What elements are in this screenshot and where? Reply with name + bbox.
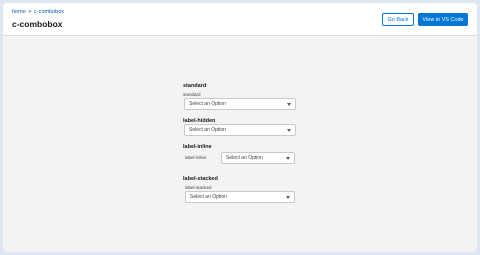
view-in-vscode-button[interactable]: View in VS Code: [418, 13, 468, 26]
combobox-label-inline[interactable]: Select an Option: [221, 152, 295, 164]
page-title: c-combobox: [12, 19, 63, 29]
breadcrumb: home > c-combobox: [12, 9, 64, 15]
chevron-down-icon: [287, 103, 291, 106]
breadcrumb-current-link[interactable]: c-combobox: [34, 9, 64, 15]
example-label-stacked: label-stacked label-stacked: [183, 176, 218, 190]
go-back-button[interactable]: Go Back: [382, 13, 414, 26]
chevron-down-icon: [287, 129, 291, 132]
combobox-placeholder: Select an Option: [190, 194, 227, 200]
combobox-placeholder: Select an Option: [189, 127, 226, 133]
chevron-down-icon: [286, 196, 290, 199]
breadcrumb-home-link[interactable]: home: [12, 9, 26, 15]
combobox-label-hidden[interactable]: Select an Option: [184, 124, 296, 136]
combobox-label-stacked[interactable]: Select an Option: [185, 191, 295, 203]
breadcrumb-separator: >: [28, 9, 32, 15]
combobox-label: label-inline: [185, 155, 207, 160]
example-title: standard: [183, 83, 207, 89]
example-standard: standard standard: [183, 83, 206, 97]
page-header: home > c-combobox c-combobox Go Back Vie…: [3, 3, 477, 36]
example-title: label-stacked: [183, 176, 218, 182]
combobox-label: label-stacked: [185, 185, 212, 190]
app-frame: home > c-combobox c-combobox Go Back Vie…: [3, 3, 477, 252]
example-title: label-inline: [183, 144, 212, 150]
combobox-placeholder: Select an Option: [226, 155, 263, 161]
combobox-label: standard: [183, 92, 201, 97]
combobox-placeholder: Select an Option: [189, 101, 226, 107]
combobox-standard[interactable]: Select an Option: [184, 98, 296, 110]
chevron-down-icon: [286, 157, 290, 160]
example-label-inline: label-inline: [183, 144, 212, 150]
